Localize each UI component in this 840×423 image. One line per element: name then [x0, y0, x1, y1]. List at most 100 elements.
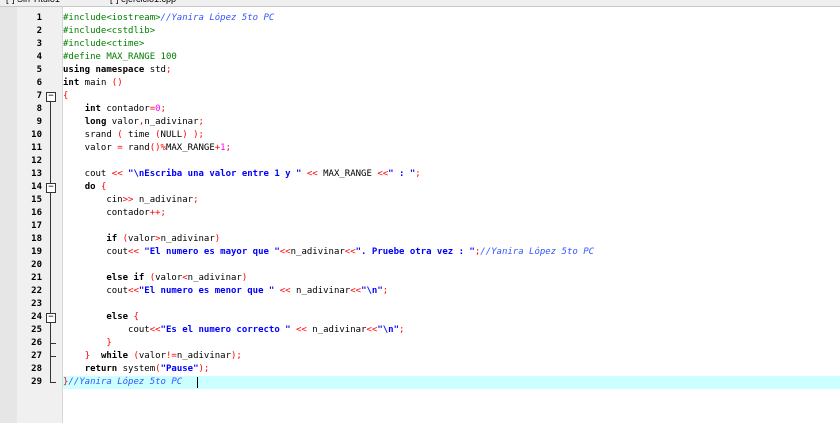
code-line[interactable]: 2 #include<cstdlib>	[0, 25, 840, 38]
text-caret	[197, 377, 198, 388]
code-text[interactable]: }	[63, 337, 840, 350]
code-line[interactable]: 12	[0, 155, 840, 168]
line-number: 2	[36, 26, 42, 36]
code-text[interactable]: #include<iostream>//Yanira López 5to PC	[63, 12, 840, 25]
code-text[interactable]: #include<cstdlib>	[63, 25, 840, 38]
code-text[interactable]: cout << "\nEscriba una valor entre 1 y "…	[63, 168, 840, 181]
code-token: {	[63, 91, 69, 101]
code-text[interactable]: else if (valor<n_adivinar)	[63, 272, 840, 285]
code-text[interactable]	[63, 220, 840, 233]
code-text[interactable]: if (valor>n_adivinar)	[63, 233, 840, 246]
code-line[interactable]: 11 valor = rand()%MAX_RANGE+1;	[0, 142, 840, 155]
code-text[interactable]: cin>> n_adivinar;	[63, 194, 840, 207]
code-token: n_adivinar	[133, 195, 194, 205]
tab-sin-titulo1[interactable]: [*] Sin Título1	[6, 0, 60, 5]
code-token: <<	[111, 169, 123, 179]
code-text[interactable]: int main ()	[63, 77, 840, 90]
line-number: 29	[31, 377, 42, 387]
line-number: 11	[31, 143, 42, 153]
code-token: <<	[350, 286, 362, 296]
code-token: ()%	[149, 143, 166, 153]
code-token: "El numero es menor que "	[138, 286, 275, 296]
code-token: <<	[366, 325, 378, 335]
code-line[interactable]: 18 if (valor>n_adivinar)	[0, 233, 840, 246]
code-line[interactable]: 24 else {	[0, 311, 840, 324]
code-text[interactable]: long valor,n_adivinar;	[63, 116, 840, 129]
code-text[interactable]: using namespace std;	[63, 64, 840, 77]
fold-end-marker	[50, 382, 56, 383]
code-line[interactable]: 1 #include<iostream>//Yanira López 5to PC	[0, 12, 840, 25]
code-token: time	[128, 130, 156, 140]
code-text[interactable]	[63, 298, 840, 311]
code-token: ) );	[182, 130, 204, 140]
code-token: //Yanira López 5to PC	[68, 377, 183, 387]
code-line[interactable]: 16 contador++;	[0, 207, 840, 220]
code-token: (	[117, 130, 129, 140]
line-number: 16	[31, 208, 42, 218]
code-text[interactable]: cout<<"Es el numero correcto " << n_adiv…	[63, 324, 840, 337]
code-token: " : "	[388, 169, 416, 179]
code-line[interactable]: 9 long valor,n_adivinar;	[0, 116, 840, 129]
code-token: std	[144, 65, 166, 75]
tab-ejercicio1[interactable]: [*] ejercicio1.cpp	[110, 0, 176, 5]
code-text[interactable]: int contador=0;	[63, 103, 840, 116]
code-line[interactable]: 25 cout<<"Es el numero correcto " << n_a…	[0, 324, 840, 337]
code-token: long	[84, 117, 107, 127]
code-token: {	[128, 312, 139, 322]
code-text[interactable]: srand ( time (NULL) );	[63, 129, 840, 142]
fold-guide-line	[50, 102, 51, 382]
code-token: <<	[274, 286, 291, 296]
code-line[interactable]: 5 using namespace std;	[0, 64, 840, 77]
code-line[interactable]: 21 else if (valor<n_adivinar)	[0, 272, 840, 285]
code-line[interactable]: 4 #define MAX_RANGE 100	[0, 51, 840, 64]
code-line[interactable]: 3 #include<ctime>	[0, 38, 840, 51]
code-line[interactable]: 15 cin>> n_adivinar;	[0, 194, 840, 207]
code-text[interactable]: valor = rand()%MAX_RANGE+1;	[63, 142, 840, 155]
code-text[interactable]: {	[63, 90, 840, 103]
code-text[interactable]: contador++;	[63, 207, 840, 220]
code-text[interactable]	[63, 259, 840, 272]
code-text[interactable]: #define MAX_RANGE 100	[63, 51, 840, 64]
code-token: int	[63, 78, 80, 88]
code-line[interactable]: 27 } while (valor!=n_adivinar);	[0, 350, 840, 363]
fold-collapse-icon[interactable]: −	[46, 92, 56, 102]
code-line[interactable]: 19 cout<< "El numero es mayor que "<<n_a…	[0, 246, 840, 259]
code-token: valor	[155, 273, 183, 283]
code-token: rand	[122, 143, 150, 153]
code-line[interactable]: 26 }	[0, 337, 840, 350]
code-line[interactable]: 20	[0, 259, 840, 272]
code-line[interactable]: 7{	[0, 90, 840, 103]
code-token: #include<ctime>	[63, 39, 145, 49]
code-text[interactable]: #include<ctime>	[63, 38, 840, 51]
code-line[interactable]: 28 return system("Pause");	[0, 363, 840, 376]
code-token: <<	[149, 325, 161, 335]
code-text[interactable]: else {	[63, 311, 840, 324]
code-text[interactable]	[63, 155, 840, 168]
code-token: srand	[63, 130, 118, 140]
code-token: "\n"	[377, 325, 399, 335]
code-line[interactable]: 29 }//Yanira López 5to PC	[0, 376, 840, 389]
code-line[interactable]: 23	[0, 298, 840, 311]
code-line[interactable]: 22 cout<<"El numero es menor que " << n_…	[0, 285, 840, 298]
code-line[interactable]: 17	[0, 220, 840, 233]
line-number: 6	[36, 78, 42, 88]
line-number: 7	[36, 91, 42, 101]
code-line[interactable]: 8 int contador=0;	[0, 103, 840, 116]
code-text[interactable]: cout<< "El numero es mayor que "<<n_adiv…	[63, 246, 840, 259]
code-line[interactable]: 14 do {	[0, 181, 840, 194]
code-token: n_adivinar	[290, 247, 345, 257]
fold-collapse-icon[interactable]: −	[46, 183, 56, 193]
code-line[interactable]: 13 cout << "\nEscriba una valor entre 1 …	[0, 168, 840, 181]
code-text[interactable]: return system("Pause");	[63, 363, 840, 376]
code-line[interactable]: 6 int main ()	[0, 77, 840, 90]
code-text[interactable]: cout<<"El numero es menor que " << n_adi…	[63, 285, 840, 298]
code-text[interactable]: }//Yanira López 5to PC	[63, 376, 840, 389]
fold-collapse-icon[interactable]: −	[46, 313, 56, 323]
code-token: {	[95, 182, 107, 192]
code-line[interactable]: 10 srand ( time (NULL) );	[0, 129, 840, 142]
code-text[interactable]: do {	[63, 181, 840, 194]
code-text[interactable]: } while (valor!=n_adivinar);	[63, 350, 840, 363]
